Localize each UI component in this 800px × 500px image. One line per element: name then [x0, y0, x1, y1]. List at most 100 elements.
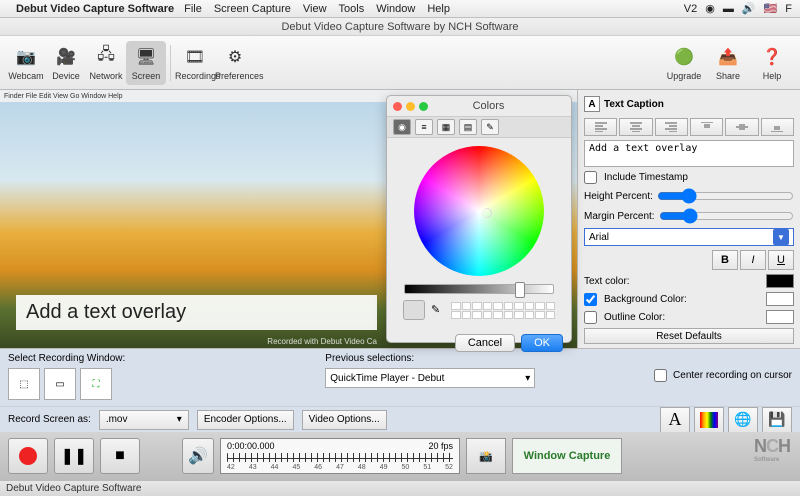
center-cursor-checkbox[interactable] — [654, 369, 667, 382]
bg-color-row: Background Color: — [584, 292, 794, 306]
align-middle-button[interactable] — [725, 118, 758, 136]
margin-slider[interactable] — [659, 208, 794, 224]
video-options-button[interactable]: Video Options... — [302, 410, 387, 430]
text-effect-button[interactable]: A — [660, 407, 690, 433]
align-bottom-button[interactable] — [761, 118, 794, 136]
color-palettes-mode[interactable]: ▦ — [437, 119, 455, 135]
color-bars-button[interactable] — [694, 407, 724, 433]
wifi-icon[interactable]: ◉ — [705, 2, 715, 15]
stop-button[interactable]: ■ — [100, 438, 140, 474]
align-center-button[interactable] — [619, 118, 652, 136]
menu-screen-capture[interactable]: Screen Capture — [214, 3, 291, 15]
menu-help[interactable]: Help — [427, 3, 450, 15]
outline-color-checkbox[interactable] — [584, 311, 597, 324]
outline-color-swatch[interactable] — [766, 310, 794, 324]
saved-colors-grid[interactable] — [451, 302, 555, 319]
menu-file[interactable]: File — [184, 3, 202, 15]
pause-button[interactable]: ❚❚ — [54, 438, 94, 474]
color-cancel-button[interactable]: Cancel — [455, 334, 515, 352]
nch-logo: NCH Software — [754, 436, 790, 463]
current-color-swatch[interactable] — [403, 300, 425, 320]
font-select[interactable]: Arial ▼ — [584, 228, 794, 246]
align-right-button[interactable] — [655, 118, 688, 136]
menubar-app[interactable]: Debut Video Capture Software — [16, 3, 174, 15]
recordings-icon: 🎞 — [183, 45, 207, 69]
toolbar-network[interactable]: 🖧Network — [86, 41, 126, 85]
color-wheel[interactable] — [414, 146, 544, 276]
text-color-swatch[interactable] — [766, 274, 794, 288]
format-select[interactable]: .mov ▾ — [99, 410, 189, 430]
menu-view[interactable]: View — [303, 3, 327, 15]
bg-color-swatch[interactable] — [766, 292, 794, 306]
vnc-icon[interactable]: V2 — [684, 3, 697, 15]
menu-tools[interactable]: Tools — [339, 3, 365, 15]
brightness-slider[interactable] — [404, 284, 554, 294]
toolbar-device[interactable]: 🎥Device — [46, 41, 86, 85]
status-text: Debut Video Capture Software — [6, 483, 141, 494]
dropdown-arrow-icon: ▾ — [525, 373, 530, 384]
encoder-options-button[interactable]: Encoder Options... — [197, 410, 294, 430]
menu-window[interactable]: Window — [376, 3, 415, 15]
sidebar-title: Text Caption — [604, 99, 664, 110]
brightness-knob[interactable] — [515, 282, 525, 298]
color-pencils-mode[interactable]: ✎ — [481, 119, 499, 135]
select-window-button[interactable]: ⬚ — [8, 368, 40, 400]
include-timestamp-checkbox[interactable] — [584, 171, 597, 184]
toolbar-upgrade[interactable]: 🟢Upgrade — [662, 45, 706, 81]
select-region-button[interactable]: ▭ — [44, 368, 76, 400]
outline-color-label: Outline Color: — [604, 312, 665, 323]
bold-button[interactable]: B — [712, 250, 738, 270]
record-button[interactable] — [8, 438, 48, 474]
battery-icon[interactable]: ▬ — [723, 3, 734, 15]
timeline[interactable]: 0:00:00.000 20 fps 424344454647484950515… — [220, 438, 460, 474]
toolbar-screen[interactable]: 🖥Screen — [126, 41, 166, 85]
audio-button[interactable]: 🔊 — [182, 438, 214, 474]
toolbar-webcam[interactable]: 📷Webcam — [6, 41, 46, 85]
toolbar-help[interactable]: ❓Help — [750, 45, 794, 81]
save-effect-button[interactable]: 💾 — [762, 407, 792, 433]
timeline-ruler[interactable] — [227, 453, 453, 462]
select-window-col: Select Recording Window: ⬚ ▭ ⛶ — [8, 353, 125, 400]
flag-icon[interactable]: 🇺🇸 — [764, 2, 778, 15]
color-wheel-area: ✎ — [387, 138, 571, 328]
bg-color-checkbox[interactable] — [584, 293, 597, 306]
color-image-mode[interactable]: ▤ — [459, 119, 477, 135]
center-cursor-col: Center recording on cursor — [654, 353, 792, 382]
color-picker-title: Colors — [412, 100, 565, 112]
volume-icon[interactable]: 🔊 — [742, 2, 756, 15]
clock[interactable]: F — [785, 3, 792, 15]
close-icon[interactable] — [393, 102, 402, 111]
height-row: Height Percent: — [584, 188, 794, 204]
toolbar-preferences[interactable]: ⚙Preferences — [215, 41, 255, 85]
color-wheel-mode[interactable]: ◉ — [393, 119, 411, 135]
align-left-button[interactable] — [584, 118, 617, 136]
text-color-label: Text color: — [584, 276, 630, 287]
height-label: Height Percent: — [584, 191, 653, 202]
color-ok-button[interactable]: OK — [521, 334, 563, 352]
select-fullscreen-button[interactable]: ⛶ — [80, 368, 112, 400]
bg-color-label: Background Color: — [604, 294, 687, 305]
color-crosshair[interactable] — [482, 208, 492, 218]
select-window-label: Select Recording Window: — [8, 353, 125, 364]
eyedropper-icon[interactable]: ✎ — [431, 303, 445, 317]
previous-selections-dropdown[interactable]: QuickTime Player - Debut ▾ — [325, 368, 535, 388]
toolbar-recordings[interactable]: 🎞Recordings — [175, 41, 215, 85]
reset-defaults-button[interactable]: Reset Defaults — [584, 328, 794, 344]
snapshot-button[interactable]: 📸 — [466, 438, 506, 474]
italic-button[interactable]: I — [740, 250, 766, 270]
format-value: .mov — [106, 414, 128, 425]
center-cursor-label: Center recording on cursor — [673, 370, 792, 381]
toolbar-share[interactable]: 📤Share — [706, 45, 750, 81]
watermark-button[interactable]: 🌐 — [728, 407, 758, 433]
underline-button[interactable]: U — [768, 250, 794, 270]
timestamp-row: Include Timestamp — [584, 171, 794, 184]
align-top-button[interactable] — [690, 118, 723, 136]
selection-icons: ⬚ ▭ ⛶ — [8, 368, 125, 400]
height-slider[interactable] — [657, 188, 794, 204]
margin-label: Margin Percent: — [584, 211, 655, 222]
color-sliders-mode[interactable]: ≡ — [415, 119, 433, 135]
font-style-row: B I U — [584, 250, 794, 270]
sidebar-header: A Text Caption — [584, 94, 794, 114]
caption-textarea[interactable] — [584, 140, 794, 167]
color-picker-titlebar[interactable]: Colors — [387, 96, 571, 116]
